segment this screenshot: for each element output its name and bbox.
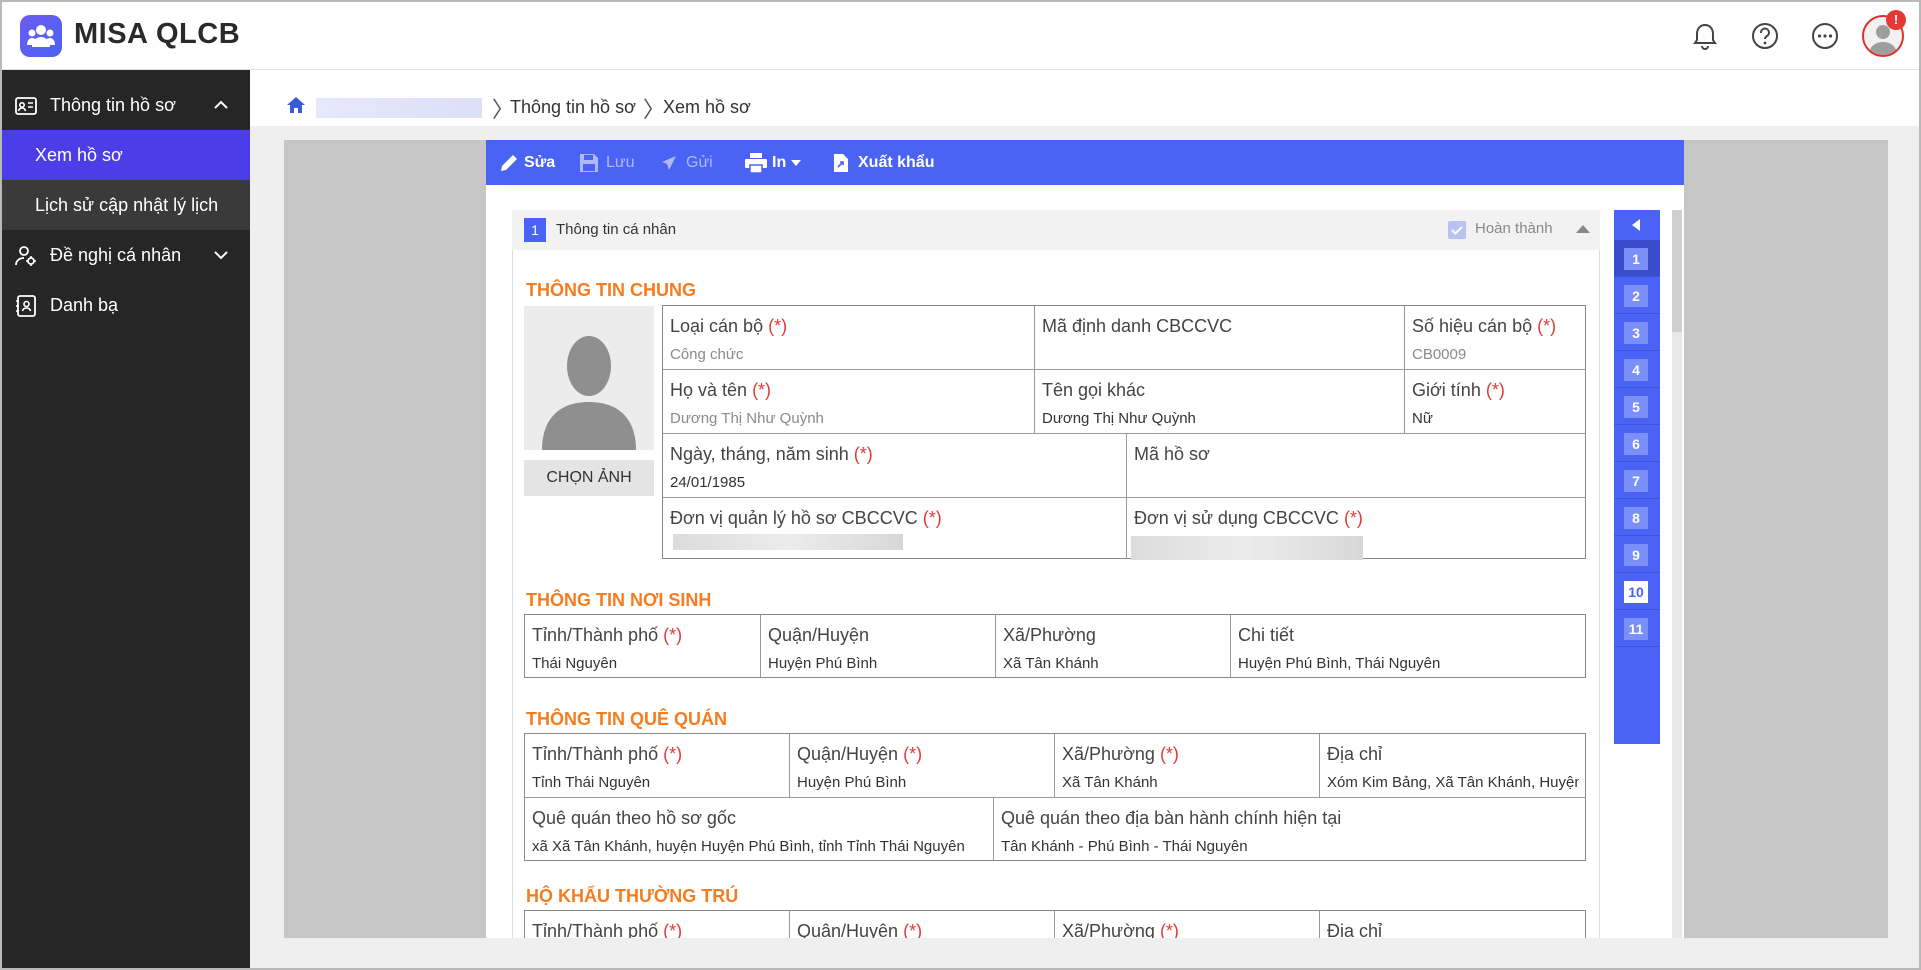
complete-checkbox[interactable] — [1448, 221, 1466, 239]
sidebar-item-xem-ho-so[interactable]: Xem hồ sơ — [2, 130, 250, 180]
hometown-grid: Tỉnh/Thành phố (*) Tỉnh Thái Nguyên Quận… — [524, 733, 1586, 861]
nav-section-10[interactable]: 10 — [1614, 573, 1660, 610]
field-ma-dinh-danh[interactable]: Mã định danh CBCCVC — [1035, 306, 1405, 370]
field-que-quan-tinh[interactable]: Tỉnh/Thành phố (*) Tỉnh Thái Nguyên — [525, 734, 790, 798]
breadcrumb-item: Xem hồ sơ — [663, 97, 751, 117]
sidebar-item-label: Lịch sử cập nhật lý lịch — [35, 195, 219, 215]
more-icon[interactable] — [1809, 20, 1841, 52]
breadcrumb-item[interactable]: Thông tin hồ sơ — [510, 97, 636, 118]
home-icon[interactable] — [286, 96, 306, 114]
nav-section-8[interactable]: 8 — [1614, 499, 1660, 536]
breadcrumb: 〉 Thông tin hồ sơ 〉 Xem hồ sơ — [250, 70, 1919, 126]
birthplace-grid: Tỉnh/Thành phố (*) Thái Nguyên Quận/Huyệ… — [524, 614, 1586, 678]
field-don-vi-quan-ly[interactable]: Đơn vị quản lý hồ sơ CBCCVC (*) — [663, 498, 1127, 559]
breadcrumb-separator: 〉 — [643, 97, 666, 122]
nav-section-2[interactable]: 2 — [1614, 277, 1660, 314]
help-icon[interactable] — [1749, 20, 1781, 52]
nav-section-5[interactable]: 5 — [1614, 388, 1660, 425]
person-placeholder-icon — [542, 336, 636, 450]
edit-button[interactable]: Sửa — [498, 140, 558, 185]
field-ho-ten[interactable]: Họ và tên (*) Dương Thị Như Quỳnh — [663, 370, 1035, 434]
app-header: MISA QLCB ! — [2, 2, 1919, 70]
bottom-margin — [284, 938, 1888, 968]
nav-section-7[interactable]: 7 — [1614, 462, 1660, 499]
field-noi-sinh-chi-tiet[interactable]: Chi tiết Huyện Phú Bình, Thái Nguyên — [1231, 615, 1586, 677]
field-ten-goi-khac[interactable]: Tên gọi khác Dương Thị Như Quỳnh — [1035, 370, 1405, 434]
choose-photo-button[interactable]: CHỌN ẢNH — [524, 460, 654, 496]
section-title-general: THÔNG TIN CHUNG — [526, 280, 696, 300]
export-button[interactable]: Xuất khẩu — [832, 140, 942, 185]
panel-title: Thông tin cá nhân — [556, 221, 677, 238]
sidebar: Thông tin hồ sơ Xem hồ sơ Lịch sử cập nh… — [2, 70, 250, 968]
section-title-birthplace: THÔNG TIN NƠI SINH — [526, 590, 712, 610]
sidebar-item-label: Xem hồ sơ — [35, 145, 123, 165]
bell-icon[interactable] — [1689, 20, 1721, 52]
document-scrollbar[interactable] — [1672, 210, 1682, 938]
collapse-caret-icon[interactable] — [1576, 225, 1590, 233]
nav-section-4[interactable]: 4 — [1614, 351, 1660, 388]
complete-label: Hoàn thành — [1475, 220, 1553, 237]
section-title-residence: HỘ KHẨU THƯỜNG TRÚ — [526, 886, 739, 906]
sidebar-item-thong-tin-ho-so[interactable]: Thông tin hồ sơ — [2, 80, 250, 130]
app-logo-icon — [20, 15, 62, 57]
nav-section-9[interactable]: 9 — [1614, 536, 1660, 573]
nav-section-1[interactable]: 1 — [1614, 240, 1660, 277]
sidebar-item-label: Đề nghị cá nhân — [50, 245, 182, 265]
save-button[interactable]: Lưu — [578, 140, 638, 185]
field-ngay-sinh[interactable]: Ngày, tháng, năm sinh (*) 24/01/1985 — [663, 434, 1127, 498]
app-title: MISA QLCB — [74, 18, 241, 50]
field-que-quan-xa[interactable]: Xã/Phường (*) Xã Tân Khánh — [1055, 734, 1320, 798]
breadcrumb-blurred-item — [316, 98, 482, 118]
field-don-vi-su-dung[interactable]: Đơn vị sử dụng CBCCVC (*) — [1127, 498, 1586, 560]
scrollbar-thumb[interactable] — [1672, 210, 1682, 332]
panel-number: 1 — [524, 218, 546, 242]
toolbar: Sửa Lưu Gửi In Xuất khẩu — [486, 140, 1684, 185]
field-que-quan-goc[interactable]: Quê quán theo hồ sơ gốc xã Xã Tân Khánh,… — [525, 798, 994, 861]
send-icon — [662, 156, 676, 170]
save-icon — [580, 154, 598, 172]
field-que-quan-huyen[interactable]: Quận/Huyện (*) Huyện Phú Bình — [790, 734, 1055, 798]
sidebar-item-danh-ba[interactable]: Danh bạ — [2, 280, 250, 330]
blurred-value — [1131, 536, 1363, 560]
section-navigator: 1 2 3 4 5 6 7 8 9 10 11 — [1614, 210, 1660, 744]
field-loai-can-bo[interactable]: Loại cán bộ (*) Công chức — [663, 306, 1035, 370]
check-icon — [1451, 226, 1463, 235]
section-title-hometown: THÔNG TIN QUÊ QUÁN — [526, 709, 727, 729]
sidebar-item-label: Thông tin hồ sơ — [50, 95, 176, 115]
print-button[interactable]: In — [744, 140, 808, 185]
user-settings-icon — [15, 246, 36, 266]
field-so-hieu-can-bo[interactable]: Số hiệu cán bộ (*) CB0009 — [1405, 306, 1586, 370]
pencil-icon — [501, 155, 517, 171]
profile-photo — [524, 306, 654, 450]
export-icon — [834, 154, 848, 172]
blurred-value — [673, 534, 903, 550]
field-noi-sinh-tinh[interactable]: Tỉnh/Thành phố (*) Thái Nguyên — [525, 615, 761, 677]
contacts-icon — [16, 295, 36, 317]
nav-section-3[interactable]: 3 — [1614, 314, 1660, 351]
sidebar-item-label: Danh bạ — [50, 295, 119, 315]
notification-badge: ! — [1886, 10, 1906, 30]
nav-section-6[interactable]: 6 — [1614, 425, 1660, 462]
general-info-grid: Loại cán bộ (*) Công chức Mã định danh C… — [662, 305, 1586, 560]
chevron-down-icon — [214, 251, 228, 260]
chevron-up-icon — [214, 100, 228, 109]
field-noi-sinh-huyen[interactable]: Quận/Huyện Huyện Phú Bình — [761, 615, 996, 677]
caret-down-icon — [791, 160, 801, 166]
sidebar-item-de-nghi-ca-nhan[interactable]: Đề nghị cá nhân — [2, 230, 250, 280]
printer-icon — [745, 153, 767, 174]
field-ma-ho-so[interactable]: Mã hồ sơ — [1127, 434, 1586, 498]
send-button[interactable]: Gửi — [660, 140, 720, 185]
sidebar-item-lich-su-cap-nhat[interactable]: Lịch sử cập nhật lý lịch — [2, 180, 250, 230]
panel-header[interactable]: 1 Thông tin cá nhân Hoàn thành — [512, 210, 1600, 250]
caret-left-icon — [1632, 219, 1640, 231]
field-que-quan-dia-chi[interactable]: Địa chỉ Xóm Kim Bảng, Xã Tân Khánh, Huyệ… — [1320, 734, 1586, 798]
field-noi-sinh-xa[interactable]: Xã/Phường Xã Tân Khánh — [996, 615, 1231, 677]
nav-section-11[interactable]: 11 — [1614, 610, 1660, 647]
id-card-icon — [15, 97, 37, 115]
collapse-nav-button[interactable] — [1614, 210, 1660, 240]
field-que-quan-hien-tai[interactable]: Quê quán theo địa bàn hành chính hiện tạ… — [994, 798, 1586, 861]
field-gioi-tinh[interactable]: Giới tính (*) Nữ — [1405, 370, 1586, 434]
